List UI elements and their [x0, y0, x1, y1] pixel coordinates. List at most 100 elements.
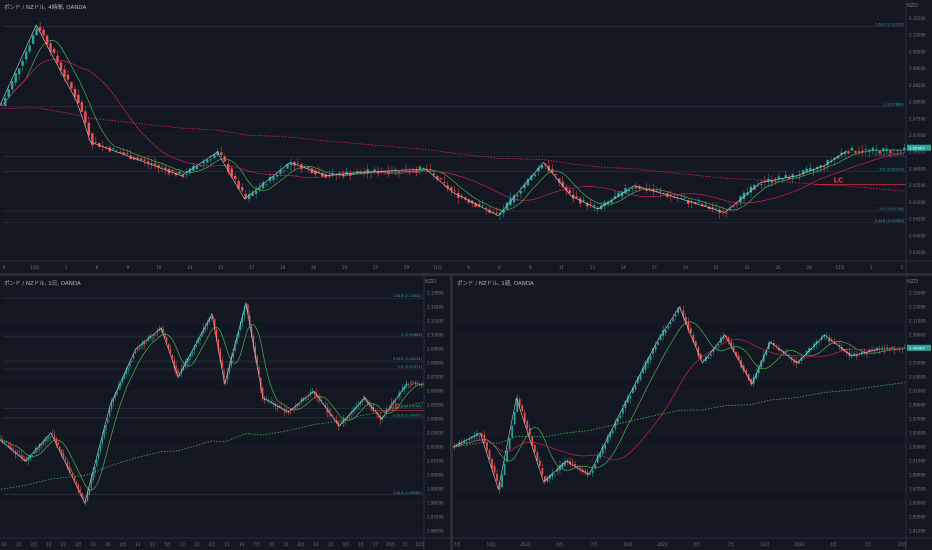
candle-body — [10, 81, 14, 90]
time-tick-label: 21 — [284, 542, 290, 547]
candle-body — [554, 474, 556, 475]
candle-body — [35, 28, 38, 36]
candle-body — [112, 148, 115, 150]
candle-body — [169, 348, 172, 354]
price-tick-label: 2.09000 — [909, 66, 926, 71]
time-tick-label: 7月 — [728, 542, 735, 547]
candle-body — [88, 489, 91, 495]
candle-body — [415, 381, 417, 385]
fib-level-label: 0.618 (2.04095) — [393, 414, 423, 418]
candle-body — [48, 437, 50, 439]
price-tick-label: 2.05500 — [909, 183, 926, 188]
candle-body — [672, 318, 675, 322]
candle-body — [3, 441, 6, 443]
chart-pane-4h[interactable]: 2.10500 2.10000 2.09500 2.09000 2.08500 2.080… — [0, 0, 932, 273]
time-tick-label: 3 — [65, 265, 68, 270]
candle-body — [493, 465, 496, 473]
candle-body — [484, 207, 488, 209]
candle-body — [191, 352, 194, 354]
candle-body — [199, 164, 202, 167]
time-tick-label: 10月 — [897, 542, 906, 547]
candle-body — [710, 354, 712, 356]
candle-body — [891, 346, 894, 349]
time-tick-label: 19 — [683, 265, 689, 270]
candle-body — [888, 348, 891, 351]
candle-body — [373, 169, 376, 172]
candle-body — [387, 171, 390, 174]
candle-body — [850, 147, 854, 151]
candle-body — [780, 349, 783, 350]
candle-body — [791, 174, 794, 178]
candle-body — [390, 171, 394, 173]
time-tick-label: 22 — [150, 542, 156, 547]
candle-body — [775, 345, 778, 346]
moving-average-slow — [1, 107, 905, 192]
time-tick-label: 21 — [714, 265, 720, 270]
candle-body — [404, 170, 408, 172]
candle-body — [903, 147, 906, 151]
chart-1d-svg[interactable]: 2.13000 2.12000 2.11000 2.10000 2.09000 2.080… — [0, 276, 450, 550]
candle-body — [896, 349, 899, 351]
time-tick-label: 10月 — [30, 265, 39, 270]
time-tick-label: 2024 — [794, 542, 805, 547]
candle-body — [619, 415, 622, 419]
currency-badge: NZD — [424, 279, 436, 285]
time-tick-label: 17 — [652, 265, 658, 270]
chart-1w-svg[interactable]: 2.150002.130002.110002.090002.070002.050… — [453, 276, 932, 550]
price-tick-label: 2.07000 — [909, 133, 926, 138]
time-tick-label: 8月 — [298, 542, 305, 547]
price-tick-label: 1.96000 — [427, 529, 444, 534]
candle-body — [784, 175, 788, 178]
price-tick-label: 2.03000 — [427, 431, 444, 436]
candle-body — [188, 358, 190, 361]
time-tick-label: 9月 — [342, 542, 349, 547]
time-tick-label: 13 — [46, 542, 52, 547]
time-tick-label: 24 — [105, 542, 111, 547]
fib-level-label: 0.618 (2.08134) — [393, 357, 423, 361]
chart-pane-1w[interactable]: 2.150002.130002.110002.090002.070002.050… — [453, 276, 932, 550]
price-tick-label: 1.87000 — [909, 487, 926, 492]
candle-body — [788, 177, 791, 179]
price-tick-label: 1.99000 — [427, 487, 444, 492]
candle-body — [571, 462, 574, 464]
candle-body — [882, 148, 885, 152]
time-tick-label: 22 — [328, 542, 334, 547]
candle-body — [164, 167, 167, 170]
chart-4h-svg[interactable]: 2.10500 2.10000 2.09500 2.09000 2.08500 2.080… — [0, 0, 932, 273]
price-tick-label: 2.01000 — [909, 389, 926, 394]
candle-body — [383, 171, 387, 172]
chart-pane-1d[interactable]: 2.13000 2.12000 2.11000 2.10000 2.09000 2.080… — [0, 276, 450, 550]
candle-body — [885, 148, 889, 152]
candle-body — [143, 159, 146, 161]
candle-body — [582, 200, 585, 201]
price-tick-label: 2.13000 — [427, 291, 444, 296]
candle-body — [407, 384, 409, 385]
candle-body — [177, 370, 179, 375]
time-tick-label: 4月 — [830, 542, 837, 547]
time-tick-label: 4月 — [120, 542, 127, 547]
price-tick-label: 2.05000 — [909, 361, 926, 366]
price-tick-label: 2.04500 — [909, 217, 926, 222]
time-tick-label: 13 — [180, 542, 186, 547]
candle-body — [140, 346, 142, 347]
candle-body — [689, 328, 692, 333]
time-tick-label: 11 — [559, 265, 565, 270]
time-tick-label: 5月 — [164, 542, 171, 547]
candle-body — [878, 150, 882, 154]
candle-body — [707, 356, 710, 359]
price-tick-label: 2.06000 — [909, 166, 926, 171]
time-tick-label: 20 — [311, 265, 317, 270]
candle-body — [774, 180, 777, 182]
price-tick-label: 1.91000 — [909, 459, 926, 464]
candle-body — [411, 170, 415, 172]
candle-body — [526, 421, 529, 429]
candle-body — [209, 159, 213, 161]
time-tick-label: 26 — [776, 265, 782, 270]
candle-body — [875, 149, 878, 151]
time-tick-label: 17 — [373, 542, 379, 547]
price-tick-label: 1.97000 — [427, 515, 444, 520]
candle-body — [195, 166, 199, 170]
candle-body — [861, 150, 864, 153]
moving-average-slow — [0, 402, 424, 490]
candle-body — [56, 55, 59, 63]
